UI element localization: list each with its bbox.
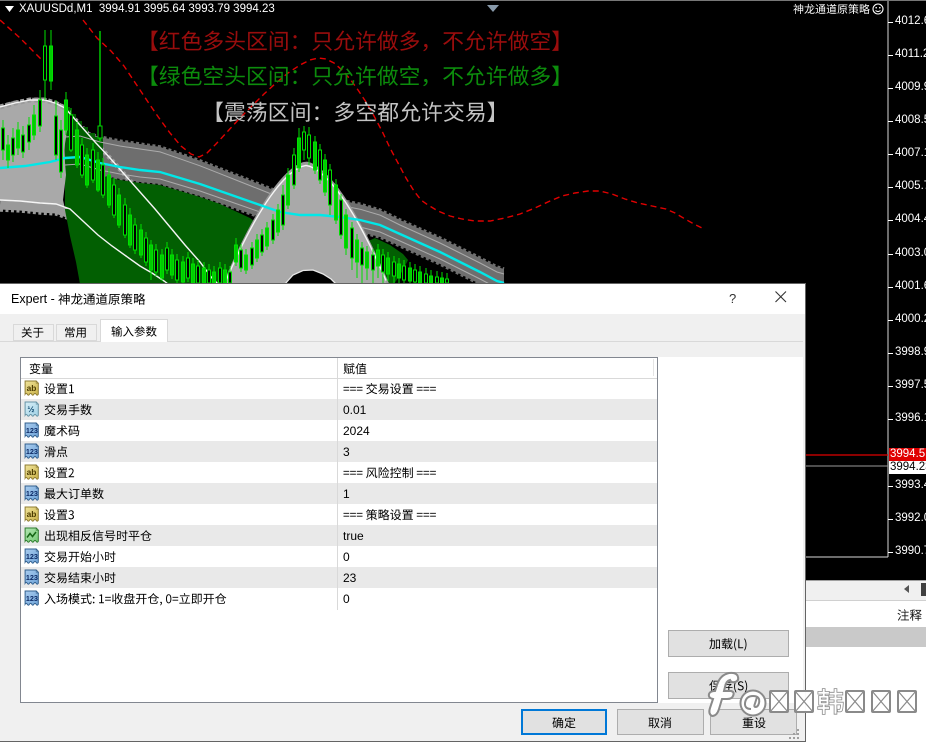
svg-text:ab: ab xyxy=(27,509,37,519)
svg-text:123: 123 xyxy=(26,573,38,582)
svg-text:123: 123 xyxy=(26,447,38,456)
svg-text:ab: ab xyxy=(27,383,37,393)
svg-text:123: 123 xyxy=(26,489,38,498)
svg-text:123: 123 xyxy=(26,426,38,435)
svg-text:½: ½ xyxy=(27,404,34,414)
svg-text:123: 123 xyxy=(26,552,38,561)
svg-text:123: 123 xyxy=(26,594,38,603)
svg-text:ab: ab xyxy=(27,467,37,477)
